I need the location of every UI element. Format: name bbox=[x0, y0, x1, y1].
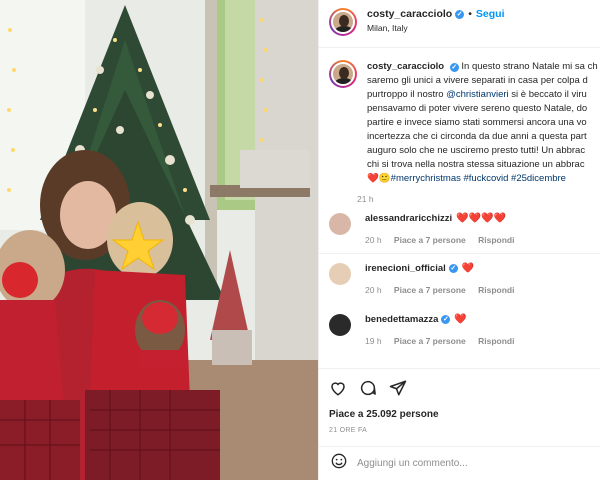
comment-time: 20 h bbox=[365, 285, 382, 295]
commenter-avatar[interactable] bbox=[329, 263, 351, 285]
comment-input[interactable]: Aggiungi un commento... bbox=[357, 458, 468, 469]
verified-icon: ✓ bbox=[455, 9, 465, 19]
comment-text: ❤️ bbox=[461, 263, 475, 274]
comment: benedettamazza ✓ ❤️ 19 h Piace a 7 perso… bbox=[329, 314, 524, 346]
caption-username[interactable]: costy_caracciolo bbox=[367, 61, 444, 72]
post-photo[interactable] bbox=[0, 0, 318, 480]
reply-button[interactable]: Rispondi bbox=[478, 235, 514, 245]
commenter-username[interactable]: benedettamazza bbox=[365, 314, 438, 325]
comment-likes[interactable]: Piace a 7 persone bbox=[394, 235, 466, 245]
reply-button[interactable]: Rispondi bbox=[478, 285, 514, 295]
comment-likes[interactable]: Piace a 7 persone bbox=[394, 285, 466, 295]
likes-count[interactable]: Piace a 25.092 persone bbox=[319, 397, 600, 420]
separator-dot: • bbox=[468, 8, 472, 20]
comment-time: 20 h bbox=[365, 235, 382, 245]
emoji-icon[interactable] bbox=[331, 453, 347, 474]
comment-icon[interactable] bbox=[359, 379, 377, 397]
caption-author-avatar[interactable] bbox=[329, 60, 357, 88]
share-icon[interactable] bbox=[389, 379, 407, 397]
post-time-ago: 21 ORE FA bbox=[329, 427, 368, 434]
comment-time: 19 h bbox=[365, 336, 382, 346]
verified-icon: ✓ bbox=[441, 315, 451, 324]
post-details-panel: costy_caracciolo ✓ • Segui Milan, Italy … bbox=[318, 0, 600, 480]
post-location[interactable]: Milan, Italy bbox=[367, 23, 505, 33]
post-header: costy_caracciolo ✓ • Segui Milan, Italy bbox=[319, 0, 600, 48]
commenter-avatar[interactable] bbox=[329, 314, 351, 336]
hashtags[interactable]: #merrychristmas #fuckcovid #25dicembre bbox=[391, 173, 566, 184]
commenter-username[interactable]: irenecioni_official bbox=[365, 263, 446, 274]
verified-icon: ✓ bbox=[448, 264, 458, 273]
heart-icon[interactable] bbox=[329, 379, 347, 397]
caption-emoji: ❤️🙂 bbox=[367, 173, 391, 184]
add-comment-bar: Aggiungi un commento... bbox=[319, 446, 600, 480]
commenter-avatar[interactable] bbox=[329, 213, 351, 235]
author-avatar[interactable] bbox=[329, 8, 357, 36]
caption-time: 21 h bbox=[357, 194, 374, 204]
reply-button[interactable]: Rispondi bbox=[478, 336, 514, 346]
commenter-username[interactable]: alessandraricchizzi bbox=[365, 213, 452, 224]
mention-link[interactable]: @christianvieri bbox=[446, 89, 508, 100]
author-username[interactable]: costy_caracciolo bbox=[367, 8, 452, 20]
comment: irenecioni_official ✓ ❤️ 20 h Piace a 7 … bbox=[329, 263, 524, 295]
comment-text: ❤️❤️❤️❤️ bbox=[456, 213, 506, 224]
instagram-post: costy_caracciolo ✓ • Segui Milan, Italy … bbox=[0, 0, 600, 480]
comment: alessandraricchizzi ❤️❤️❤️❤️ 20 h Piace … bbox=[329, 213, 524, 245]
comment-text: ❤️ bbox=[454, 314, 467, 325]
follow-button[interactable]: Segui bbox=[476, 8, 505, 20]
verified-icon: ✓ bbox=[449, 63, 459, 72]
christmas-family-photo bbox=[0, 0, 318, 480]
caption-text: costy_caracciolo ✓ In questo strano Nata… bbox=[367, 61, 598, 184]
comment-likes[interactable]: Piace a 7 persone bbox=[394, 336, 466, 346]
